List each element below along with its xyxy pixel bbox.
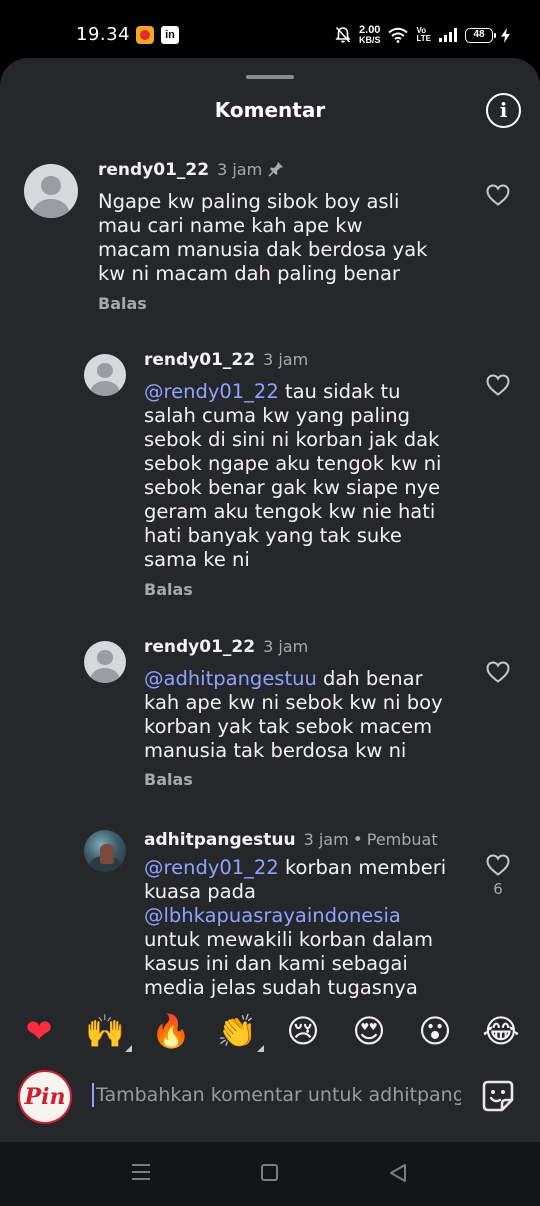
comment-item: rendy01_22 3 jam Ngape kw paling sibok bo… — [0, 150, 540, 330]
pin-icon — [268, 162, 284, 177]
status-icons: 2.00 KB/S Vo LTE 48 — [335, 22, 510, 48]
avatar[interactable] — [84, 354, 126, 396]
emoji-raising-hands-button[interactable]: 🙌 — [84, 1010, 132, 1052]
volte-icon: Vo LTE — [416, 27, 431, 43]
battery-icon: 48 — [465, 27, 496, 43]
comment-username[interactable]: adhitpangestuu — [144, 830, 296, 850]
back-icon[interactable] — [389, 1163, 407, 1183]
avatar[interactable] — [84, 641, 126, 683]
emoji-raising-hands-glyph: 🙌 — [85, 1012, 125, 1050]
comment-header: adhitpangestuu 3 jam • Pembuat — [144, 830, 438, 850]
emoji-surprised-button[interactable]: 😮 — [414, 1010, 456, 1052]
network-speed: 2.00 KB/S — [359, 25, 381, 45]
comment-text-part: Ngape kw paling sibok boy asli mau cari … — [98, 190, 428, 285]
mute-bell-icon — [335, 26, 351, 43]
my-avatar[interactable]: Pin — [18, 1070, 72, 1124]
comment-list[interactable]: rendy01_22 3 jam Ngape kw paling sibok bo… — [0, 150, 540, 998]
comment-text: Ngape kw paling sibok boy asli mau cari … — [98, 190, 428, 286]
comment-time: 3 jam — [217, 160, 263, 179]
mention-link[interactable]: @rendy01_22 — [144, 380, 279, 403]
my-avatar-logo: Pin — [24, 1084, 66, 1110]
info-icon[interactable]: i — [486, 93, 521, 128]
wifi-icon — [388, 27, 409, 43]
avatar[interactable] — [84, 830, 126, 872]
heart-icon[interactable] — [486, 854, 510, 876]
comment-text: @rendy01_22 korban memberi kuasa pada @l… — [144, 856, 462, 998]
volte-bottom: LTE — [416, 34, 431, 43]
heart-icon[interactable] — [486, 374, 510, 396]
reply-button[interactable]: Balas — [144, 770, 193, 789]
avatar[interactable] — [24, 164, 78, 218]
drag-handle[interactable] — [246, 75, 294, 79]
comment-item: adhitpangestuu 3 jam • Pembuat @rendy01_22 … — [0, 820, 540, 998]
heart-icon[interactable] — [486, 184, 510, 206]
comment-input-row: Pin — [0, 1062, 540, 1142]
comment-username[interactable]: rendy01_22 — [144, 637, 255, 657]
sticker-icon[interactable] — [480, 1078, 516, 1114]
comment-text-part: untuk mewakili korban dalam kasus ini da… — [144, 928, 433, 998]
like-count: 6 — [493, 880, 503, 898]
notification-app-icon — [136, 26, 154, 44]
emoji-quick-bar: ❤ 🙌 🔥 👏 😢 😍 😮 😂 — [0, 1002, 540, 1062]
recent-apps-icon[interactable] — [132, 1164, 150, 1182]
emoji-crying-button[interactable]: 😢 — [282, 1010, 324, 1052]
mention-link[interactable]: @rendy01_22 — [144, 856, 279, 879]
network-speed-unit: KB/S — [358, 35, 381, 45]
comment-header: rendy01_22 3 jam — [98, 160, 284, 180]
comments-sheet: Komentar i rendy01_22 3 jam Ngape kw pali… — [0, 58, 540, 1142]
emoji-clapping-button[interactable]: 👏 — [216, 1010, 264, 1052]
author-badge: Pembuat — [366, 830, 438, 849]
comment-header: rendy01_22 3 jam — [144, 637, 308, 657]
sheet-title: Komentar — [214, 98, 326, 122]
heart-icon[interactable] — [486, 661, 510, 683]
home-icon[interactable] — [261, 1164, 278, 1181]
system-navigation-bar — [0, 1142, 540, 1206]
comment-username[interactable]: rendy01_22 — [98, 160, 209, 180]
reply-button[interactable]: Balas — [98, 294, 147, 313]
comment-text: @adhitpangestuu dah benar kah ape kw ni … — [144, 667, 454, 763]
emoji-laughing-button[interactable]: 😂 — [480, 1010, 522, 1052]
comment-time: 3 jam — [263, 637, 309, 656]
comment-time: 3 jam — [303, 830, 349, 849]
mention-link[interactable]: @adhitpangestuu — [144, 667, 317, 690]
status-time: 19.34 — [76, 24, 131, 45]
comment-input[interactable] — [96, 1080, 461, 1110]
signal-icon — [439, 28, 457, 42]
comment-text-part: tau sidak tu salah cuma kw yang paling s… — [144, 380, 442, 571]
comment-item: rendy01_22 3 jam @adhitpangestuu dah bena… — [0, 627, 540, 807]
emoji-heart-eyes-button[interactable]: 😍 — [348, 1010, 390, 1052]
comment-time: 3 jam — [263, 350, 309, 369]
comment-item: rendy01_22 3 jam @rendy01_22 tau sidak tu… — [0, 340, 540, 610]
emoji-heart-button[interactable]: ❤ — [18, 1010, 60, 1052]
separator-dot: • — [352, 830, 363, 850]
linkedin-icon: in — [161, 26, 179, 44]
reply-button[interactable]: Balas — [144, 580, 193, 599]
comment-header: rendy01_22 3 jam — [144, 350, 308, 370]
text-cursor — [92, 1083, 94, 1107]
charging-icon — [501, 27, 510, 43]
comment-username[interactable]: rendy01_22 — [144, 350, 255, 370]
emoji-fire-button[interactable]: 🔥 — [150, 1010, 192, 1052]
emoji-clapping-glyph: 👏 — [217, 1012, 257, 1050]
comment-text: @rendy01_22 tau sidak tu salah cuma kw y… — [144, 380, 454, 572]
mention-link[interactable]: @lbhkapuasrayaindonesia — [144, 904, 401, 927]
